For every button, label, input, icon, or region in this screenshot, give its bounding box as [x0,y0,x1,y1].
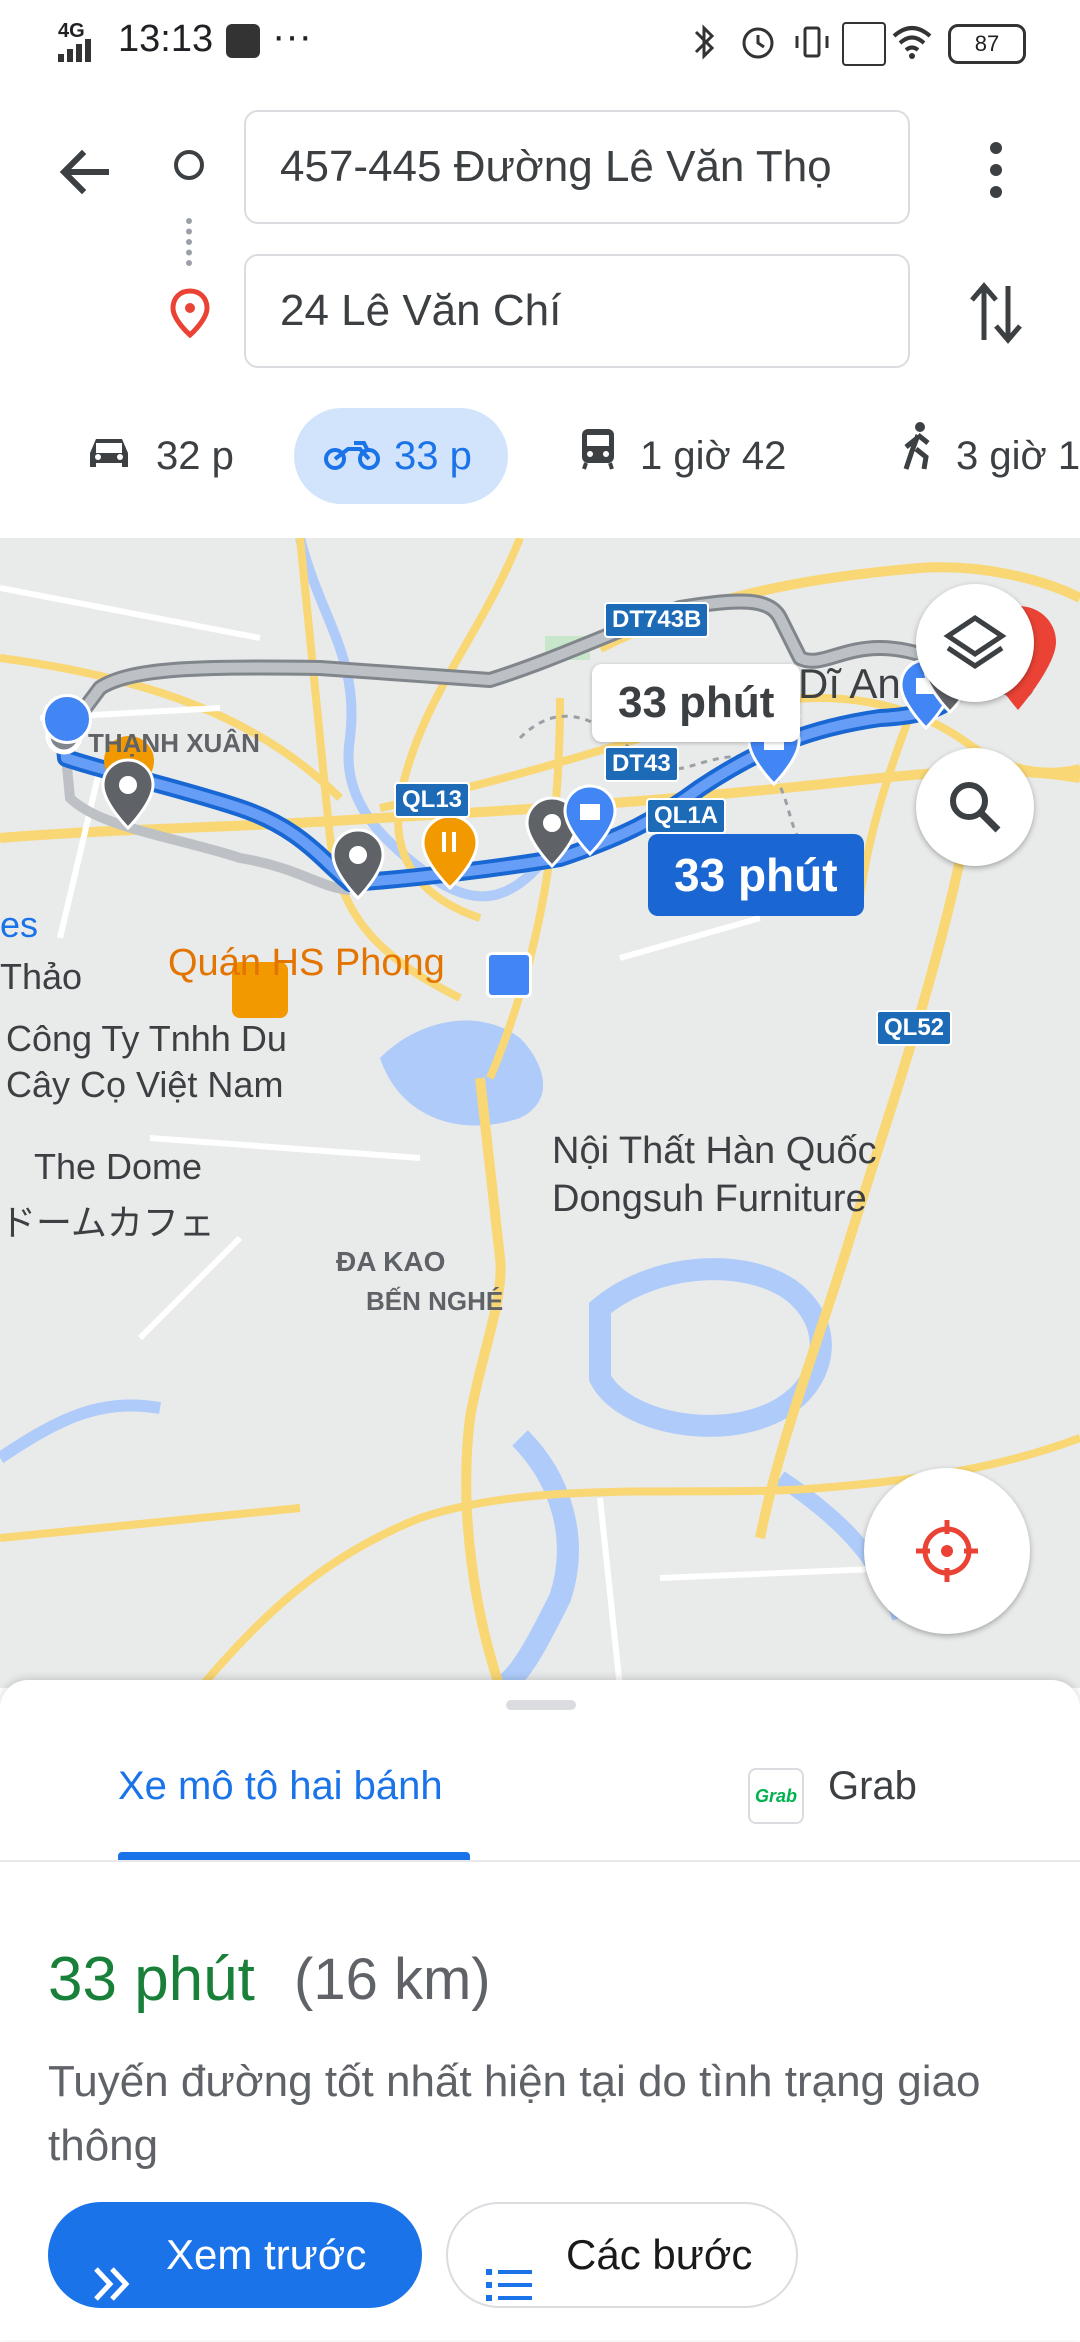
road-shield: QL13 [394,782,471,818]
list-icon [486,2238,534,2340]
map-label: Cây Cọ Việt Nam [6,1064,284,1105]
my-location-button[interactable] [864,1468,1030,1634]
map-view[interactable]: THẠNH XUÂN Tx. Dĩ An Quán HS Phong Thảo … [0,538,1080,1688]
road-shield: DT43 [604,746,679,782]
road-shield: DT743B [604,602,710,638]
double-chevron-icon [92,2236,132,2342]
mode-transit-label: 1 giờ 42 [640,434,787,478]
map-label: THẠNH XUÂN [88,728,260,758]
route-duration: 33 phút [48,1945,255,2014]
route-distance: (16 km) [294,1947,491,2012]
signal-icon [58,38,104,67]
bluetooth-icon [684,22,724,67]
more-options-button[interactable] [978,140,1014,200]
walk-icon [898,410,934,506]
map-label: BẾN NGHÉ [366,1286,504,1316]
shopping-pin[interactable] [562,784,618,861]
map-label: Nội Thất Hàn Quốc [552,1130,877,1172]
map-label: ĐA KAO [336,1246,446,1277]
tab-divider [0,1860,1080,1862]
map-label: Thảo [0,956,83,997]
origin-circle-icon [174,150,204,180]
place-pin[interactable] [330,828,386,905]
vibrate-icon [792,22,832,67]
steps-button[interactable]: Các bước [446,2202,798,2308]
transit-icon [578,410,618,506]
car-icon [84,410,134,506]
map-label: Quán HS Phong [168,942,445,984]
tab-motorbike[interactable]: Xe mô tô hai bánh [118,1764,443,1809]
swap-button[interactable] [966,280,1026,346]
layers-icon [943,614,1007,670]
route-time[interactable]: 33 phút [648,834,864,916]
steps-label: Các bước [566,2231,753,2278]
destination-field[interactable]: 24 Lê Văn Chí [244,254,910,368]
crosshair-icon [916,1520,978,1582]
preview-label: Xem trước [166,2231,367,2278]
place-pin[interactable] [100,758,156,835]
destination-pin-icon [170,288,210,343]
map-label: es [0,904,39,945]
map-label: The Dome [34,1146,203,1187]
battery-indicator: 87 [948,24,1026,64]
arrow-back-icon [59,149,109,195]
layers-button[interactable] [916,584,1034,702]
facebook-icon [226,24,260,58]
restaurant-pin[interactable] [420,814,480,895]
volte-icon [842,22,886,66]
tab-grab[interactable]: Grab [828,1764,917,1809]
mode-motorbike[interactable]: 33 p [294,408,508,504]
mode-walk-label: 3 giờ 1 [956,434,1080,478]
grab-logo-icon: Grab [748,1768,804,1824]
road-shield: QL52 [876,1010,953,1046]
clock: 13:13 [118,18,214,60]
alt-route-time[interactable]: 33 phút [592,664,801,742]
map-label: Dongsuh Furniture [552,1178,867,1220]
back-button[interactable] [52,140,116,204]
mode-car-label: 32 p [156,434,234,478]
road-shield: QL1A [646,798,727,834]
mode-transit[interactable]: 1 giờ 42 [578,408,786,504]
drag-handle[interactable] [506,1700,576,1710]
more-vert-icon [990,142,1002,198]
preview-button[interactable]: Xem trước [48,2202,422,2308]
route-dots-icon [186,218,198,266]
map-label: Công Ty Tnhh Du [6,1018,287,1059]
alarm-icon [738,22,778,67]
wifi-icon [890,22,934,67]
tab-indicator [118,1852,470,1860]
mode-motorbike-label: 33 p [394,434,472,478]
status-bar: 4G 13:13 ··· 87 [0,0,1080,84]
search-along-route-button[interactable] [916,748,1034,866]
search-icon [950,782,1001,833]
swap-vert-icon [970,282,1022,344]
more-notifications: ··· [272,14,312,58]
shopping-pin[interactable] [42,694,92,744]
route-description: Tuyến đường tốt nhất hiện tại do tình tr… [48,2057,981,2170]
map-label: ドームカフェ [0,1202,215,1243]
origin-field[interactable]: 457-445 Đường Lê Văn Thọ [244,110,910,224]
shopping-pin[interactable] [486,952,532,998]
mode-car[interactable]: 32 p [74,408,244,504]
motorbike-icon [324,410,380,506]
mode-walk[interactable]: 3 giờ 1 [898,408,1080,504]
route-sheet: Xe mô tô hai bánh Grab Grab 33 phút (16 … [0,1680,1080,2340]
